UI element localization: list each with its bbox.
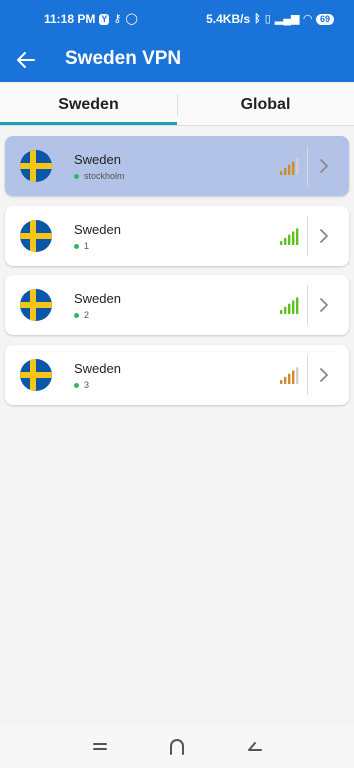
page-title: Sweden VPN xyxy=(65,48,182,69)
signal-bar xyxy=(292,231,295,245)
signal-bar xyxy=(284,167,287,175)
sweden-flag-icon xyxy=(20,150,52,182)
app-bar: Sweden VPN xyxy=(0,38,354,82)
signal-bar xyxy=(296,297,299,314)
signal-bar xyxy=(292,300,295,314)
signal-bar xyxy=(280,241,283,245)
menu-icon[interactable] xyxy=(88,736,112,758)
online-dot-icon xyxy=(74,243,79,249)
y-box-icon: Y xyxy=(99,13,110,25)
back-button[interactable] xyxy=(10,44,42,76)
signal-bar xyxy=(296,158,299,175)
server-card[interactable]: Sweden 1 xyxy=(5,206,349,266)
status-left: 11:18 PM Y ⚷ ◯ xyxy=(44,12,138,26)
signal-strength-icon xyxy=(280,297,299,314)
tab-indicator xyxy=(0,122,177,125)
status-right: 5.4KB/s ᛒ ▯ ▂▄▆ ◠ 69 xyxy=(206,12,334,26)
server-country: Sweden xyxy=(74,222,121,237)
tab-global[interactable]: Global xyxy=(177,84,354,126)
server-country: Sweden xyxy=(74,152,121,167)
signal-bar xyxy=(284,306,287,314)
chevron-right-icon[interactable] xyxy=(318,366,330,384)
status-bar: 11:18 PM Y ⚷ ◯ 5.4KB/s ᛒ ▯ ▂▄▆ ◠ 69 xyxy=(0,0,354,36)
signal-bar xyxy=(280,171,283,175)
card-divider xyxy=(307,285,308,325)
signal-bar xyxy=(296,228,299,245)
signal-bar xyxy=(288,234,291,245)
sweden-flag-icon xyxy=(20,220,52,252)
server-city: 2 xyxy=(84,310,90,320)
card-divider xyxy=(307,355,308,395)
server-city: 3 xyxy=(84,380,90,390)
signal-bar xyxy=(292,370,295,384)
server-card[interactable]: Sweden 2 xyxy=(5,275,349,335)
online-dot-icon xyxy=(74,312,79,318)
signal-bar xyxy=(292,161,295,175)
signal-bar xyxy=(280,310,283,314)
status-time: 11:18 PM xyxy=(44,12,96,26)
server-location: stockholm xyxy=(74,171,125,181)
chevron-right-icon[interactable] xyxy=(318,157,330,175)
wifi-icon: ◠ xyxy=(303,13,312,25)
server-location: 2 xyxy=(74,310,89,320)
home-icon[interactable] xyxy=(165,736,189,758)
network-speed: 5.4KB/s xyxy=(206,12,251,26)
server-card[interactable]: Sweden stockholm xyxy=(5,136,349,196)
signal-icon: ▂▄▆ xyxy=(274,13,300,25)
signal-bar xyxy=(284,376,287,384)
signal-bar xyxy=(284,237,287,245)
signal-strength-icon xyxy=(280,228,299,245)
signal-strength-icon xyxy=(280,367,299,384)
system-nav-bar xyxy=(0,726,354,768)
battery-icon: 69 xyxy=(315,13,334,25)
server-location: 3 xyxy=(74,380,89,390)
sweden-flag-icon xyxy=(20,359,52,391)
sweden-flag-icon xyxy=(20,289,52,321)
card-divider xyxy=(307,216,308,256)
tab-sweden[interactable]: Sweden xyxy=(0,84,177,126)
server-card[interactable]: Sweden 3 xyxy=(5,345,349,405)
server-country: Sweden xyxy=(74,291,121,306)
signal-strength-icon xyxy=(280,158,299,175)
signal-bar xyxy=(296,367,299,384)
server-city: 1 xyxy=(84,241,90,251)
online-dot-icon xyxy=(74,382,79,388)
key-icon: ⚷ xyxy=(113,13,122,25)
signal-bar xyxy=(288,164,291,175)
server-city: stockholm xyxy=(84,171,125,181)
arrow-left-icon xyxy=(17,52,35,68)
card-divider xyxy=(307,146,308,186)
server-country: Sweden xyxy=(74,361,121,376)
server-location: 1 xyxy=(74,241,89,251)
header: 11:18 PM Y ⚷ ◯ 5.4KB/s ᛒ ▯ ▂▄▆ ◠ 69 Swed… xyxy=(0,0,354,82)
vibrate-icon: ▯ xyxy=(264,13,271,25)
back-icon[interactable] xyxy=(243,736,267,758)
bluetooth-icon: ᛒ xyxy=(254,13,261,25)
online-dot-icon xyxy=(74,173,79,179)
tab-bar: Sweden Global xyxy=(0,84,354,126)
signal-bar xyxy=(280,380,283,384)
circle-icon: ◯ xyxy=(125,13,138,25)
signal-bar xyxy=(288,303,291,314)
chevron-right-icon[interactable] xyxy=(318,296,330,314)
chevron-right-icon[interactable] xyxy=(318,227,330,245)
signal-bar xyxy=(288,373,291,384)
